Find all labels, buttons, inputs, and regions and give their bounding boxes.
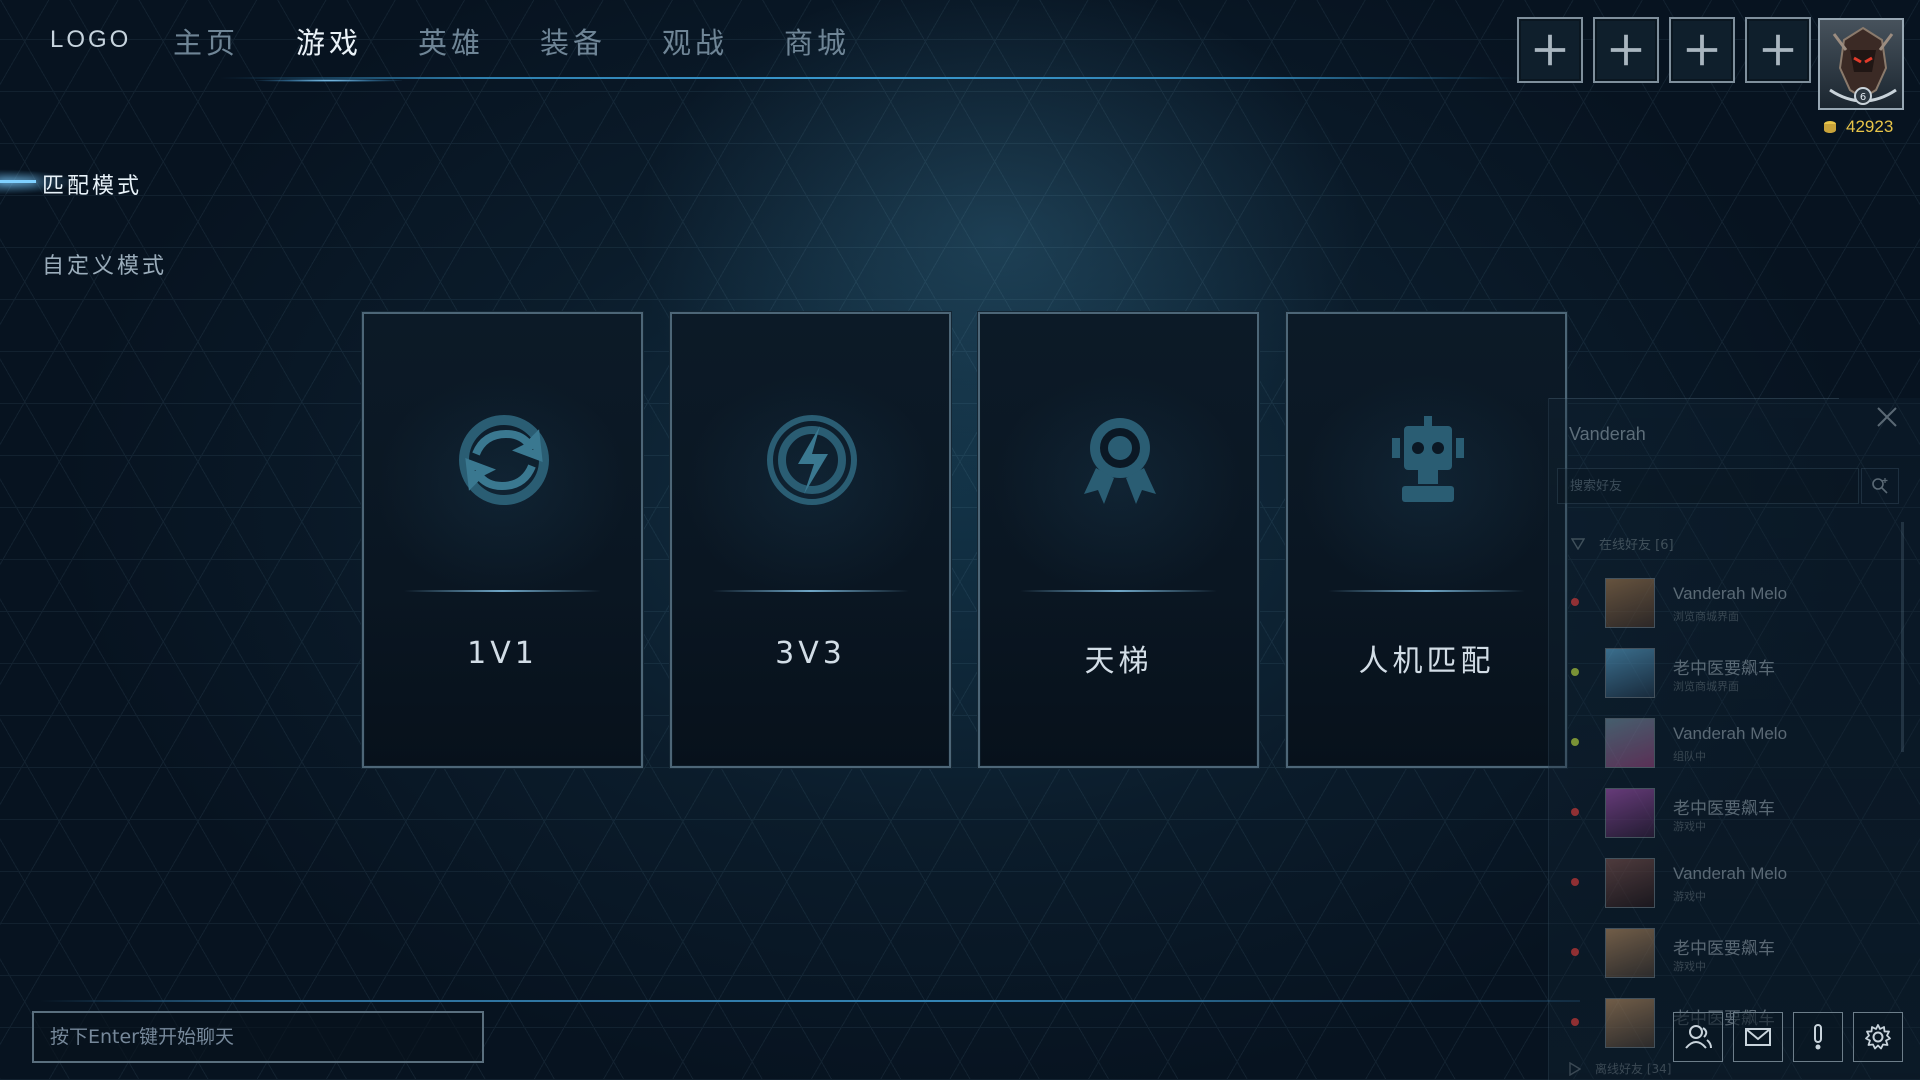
card-divider (404, 590, 601, 592)
status-dot (1571, 738, 1579, 746)
alert-button[interactable] (1793, 1012, 1843, 1062)
sync-arrows-icon (459, 415, 549, 505)
friend-name: Vanderah Melo (1673, 584, 1788, 603)
friend-name: 老中医要飙车 (1673, 939, 1775, 958)
mode-label: 天梯 (1084, 644, 1153, 679)
offline-friends-label: 离线好友 [34] (1595, 1062, 1672, 1076)
player-avatar[interactable]: 6 (1818, 18, 1904, 110)
add-slot-button[interactable] (1593, 17, 1659, 83)
mode-card-3v3[interactable]: 3V3 (670, 312, 951, 768)
nav-item-game[interactable]: 游戏 (255, 20, 403, 82)
coin-balance: 42923 (1822, 117, 1893, 137)
friends-panel-username: Vanderah (1569, 424, 1646, 444)
nav-item-spectate[interactable]: 观战 (662, 20, 728, 62)
add-friend-search-button[interactable] (1861, 468, 1899, 504)
mode-card-1v1[interactable]: 1V1 (362, 312, 643, 768)
plus-icon (1762, 34, 1794, 66)
chevron-right-icon (1569, 1061, 1581, 1076)
add-slot-button[interactable] (1669, 17, 1735, 83)
friend-row[interactable]: 老中医要飙车 游戏中 (1549, 922, 1889, 980)
award-ribbon-icon (1084, 418, 1156, 504)
mode-card-ladder[interactable]: 天梯 (978, 312, 1259, 768)
friend-status: 浏览商城界面 (1673, 680, 1739, 693)
friends-button[interactable] (1673, 1012, 1723, 1062)
subnav-item-custom-mode[interactable]: 自定义模式 (42, 248, 167, 280)
online-friends-label: 在线好友 [6] (1599, 538, 1674, 553)
friend-row[interactable]: Vanderah Melo 组队中 (1549, 712, 1889, 770)
mail-icon (1745, 1028, 1771, 1046)
robot-icon (1392, 416, 1464, 502)
friend-name: 老中医要飙车 (1673, 659, 1775, 678)
nav-divider (220, 77, 1520, 79)
lightning-circle-icon (767, 415, 857, 505)
close-icon[interactable] (1874, 404, 1900, 430)
friend-name: Vanderah Melo (1673, 864, 1788, 883)
status-dot (1571, 808, 1579, 816)
status-dot (1571, 878, 1579, 886)
friend-search-input[interactable] (1557, 468, 1859, 504)
friends-scrollbar[interactable] (1901, 522, 1904, 752)
friend-row[interactable]: 老中医要飙车 浏览商城界面 (1549, 642, 1889, 700)
status-dot (1571, 1018, 1579, 1026)
search-icon (1872, 478, 1888, 494)
mode-label: 1V1 (467, 636, 538, 671)
friend-avatar (1605, 578, 1655, 628)
status-dot (1571, 598, 1579, 606)
friend-avatar (1605, 928, 1655, 978)
chevron-down-icon (1571, 537, 1585, 550)
friend-avatar (1605, 998, 1655, 1048)
online-friends-header[interactable]: 在线好友 [6] (1571, 534, 1674, 553)
friend-status: 游戏中 (1673, 960, 1706, 973)
friends-icon (1685, 1025, 1712, 1049)
friend-avatar (1605, 788, 1655, 838)
subnav-item-match-mode[interactable]: 匹配模式 (42, 168, 142, 200)
add-slot-button[interactable] (1745, 17, 1811, 83)
nav-item-store[interactable]: 商城 (784, 20, 850, 62)
coin-amount: 42923 (1846, 117, 1894, 136)
card-divider (712, 590, 909, 592)
nav-item-home[interactable]: 主页 (173, 20, 239, 62)
bottom-divider (40, 1000, 1580, 1002)
rank-emblem-icon: 6 (1829, 26, 1897, 105)
friend-name: Vanderah Melo (1673, 724, 1788, 743)
offline-friends-header[interactable]: 离线好友 [34] (1569, 1060, 1671, 1077)
friend-row[interactable]: 老中医要飙车 游戏中 (1549, 782, 1889, 840)
friend-row[interactable]: Vanderah Melo 游戏中 (1549, 852, 1889, 910)
nav-item-heroes[interactable]: 英雄 (418, 20, 484, 62)
plus-icon (1686, 34, 1718, 66)
friend-status: 浏览商城界面 (1673, 610, 1739, 623)
chat-input[interactable] (32, 1011, 484, 1063)
friends-panel: Vanderah 在线好友 [6] Vanderah Melo 浏览商城界面 老… (1548, 398, 1920, 1080)
friend-status: 游戏中 (1673, 820, 1706, 833)
plus-icon (1534, 34, 1566, 66)
gear-icon (1865, 1024, 1891, 1050)
mode-card-vs-ai[interactable]: 人机匹配 (1286, 312, 1567, 768)
add-slot-button[interactable] (1517, 17, 1583, 83)
coin-icon (1824, 121, 1836, 133)
card-divider (1020, 590, 1217, 592)
alert-icon (1814, 1024, 1822, 1050)
mode-label: 3V3 (775, 636, 846, 671)
friend-avatar (1605, 648, 1655, 698)
mode-label: 人机匹配 (1358, 644, 1495, 679)
card-divider (1328, 590, 1525, 592)
rank-level: 6 (1860, 92, 1866, 103)
mail-button[interactable] (1733, 1012, 1783, 1062)
logo: LOGO (50, 26, 132, 53)
status-dot (1571, 668, 1579, 676)
plus-icon (1610, 34, 1642, 66)
friend-status: 游戏中 (1673, 890, 1706, 903)
friend-name: 老中医要飙车 (1673, 799, 1775, 818)
status-dot (1571, 948, 1579, 956)
friend-avatar (1605, 858, 1655, 908)
friend-avatar (1605, 718, 1655, 768)
nav-item-equipment[interactable]: 装备 (540, 20, 606, 62)
panel-divider (1549, 398, 1839, 399)
settings-button[interactable] (1853, 1012, 1903, 1062)
friend-status: 组队中 (1673, 750, 1706, 763)
friend-row[interactable]: Vanderah Melo 浏览商城界面 (1549, 572, 1889, 630)
